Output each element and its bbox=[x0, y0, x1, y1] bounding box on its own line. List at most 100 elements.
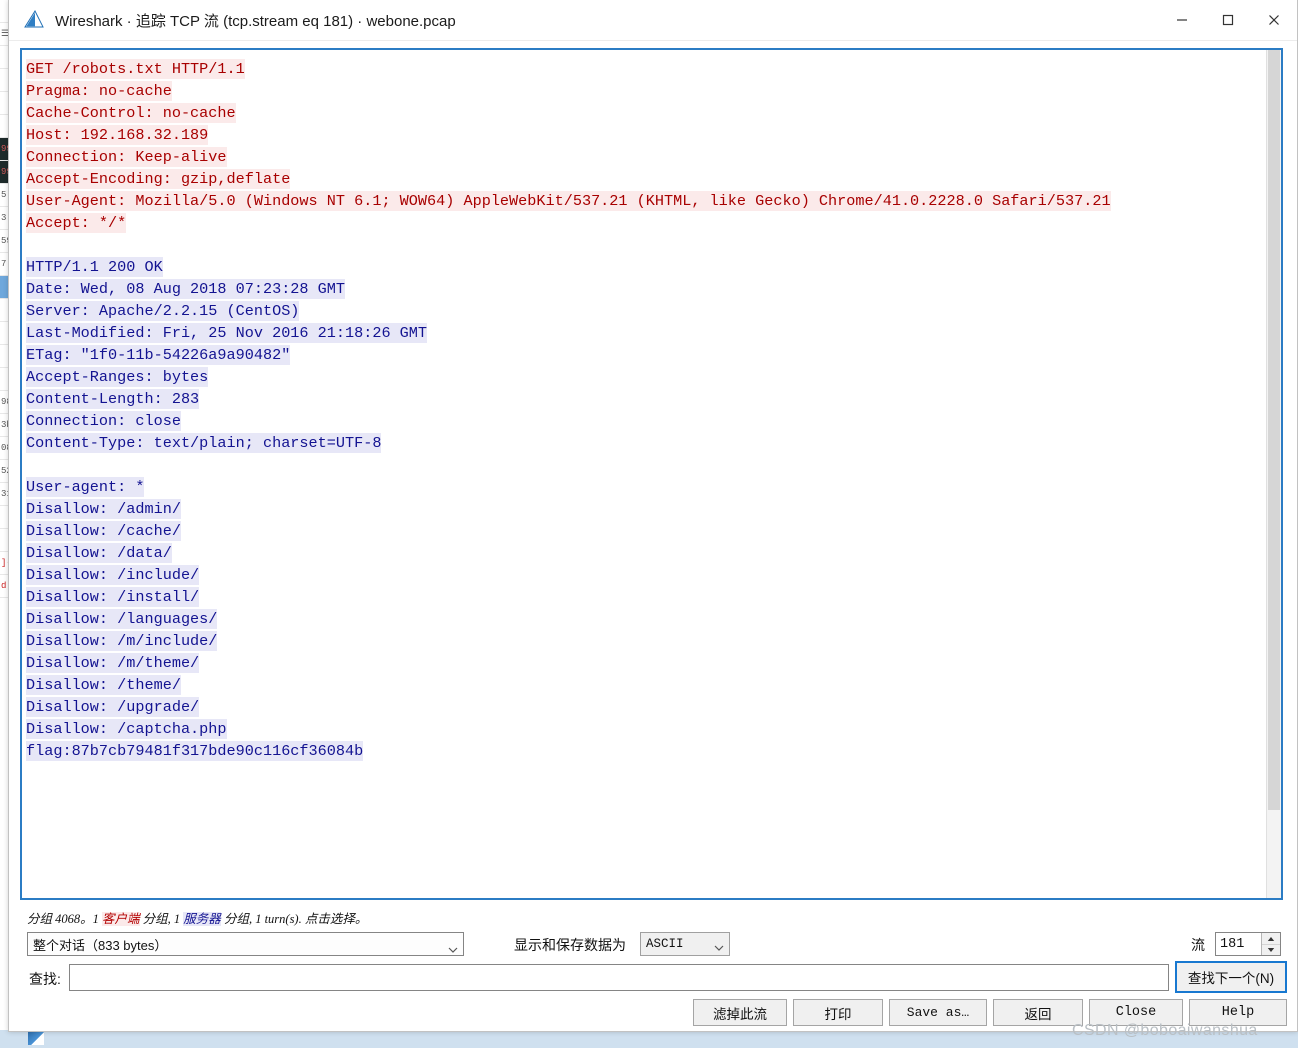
stream-line-text: Disallow: /m/theme/ bbox=[26, 653, 200, 673]
stream-blank-line bbox=[26, 234, 1281, 256]
status-server-word: 服务器 bbox=[183, 912, 221, 926]
stream-response-line: Disallow: /m/include/ bbox=[26, 630, 1281, 652]
stream-line-text: Content-Length: 283 bbox=[26, 389, 200, 409]
status-middle: 分组, 1 bbox=[139, 912, 184, 926]
tcp-stream-dialog: Wireshark · 追踪 TCP 流 (tcp.stream eq 181)… bbox=[8, 0, 1298, 1032]
show-as-select[interactable]: ASCII bbox=[640, 932, 730, 956]
controls-row: 整个对话（833 bytes） 显示和保存数据为 ASCII 流 181 bbox=[9, 932, 1298, 958]
stream-response-line: Disallow: /languages/ bbox=[26, 608, 1281, 630]
stream-response-line: Disallow: /data/ bbox=[26, 542, 1281, 564]
stream-response-line: Disallow: /cache/ bbox=[26, 520, 1281, 542]
stream-response-line: Disallow: /include/ bbox=[26, 564, 1281, 586]
spinner-down-button[interactable] bbox=[1262, 944, 1280, 955]
stream-line-text: flag:87b7cb79481f317bde90c116cf36084b bbox=[26, 741, 364, 761]
stream-line-text: Cache-Control: no-cache bbox=[26, 103, 236, 123]
stream-line-text: Accept-Ranges: bytes bbox=[26, 367, 209, 387]
stream-request-line: GET /robots.txt HTTP/1.1 bbox=[26, 58, 1281, 80]
window-title: Wireshark · 追踪 TCP 流 (tcp.stream eq 181)… bbox=[55, 12, 456, 30]
stream-number-value: 181 bbox=[1220, 936, 1245, 952]
stream-line-text: Date: Wed, 08 Aug 2018 07:23:28 GMT bbox=[26, 279, 345, 299]
stream-response-line: Last-Modified: Fri, 25 Nov 2016 21:18:26… bbox=[26, 322, 1281, 344]
packet-status-line: 分组 4068。1 客户端 分组, 1 服务器 分组, 1 turn(s). 点… bbox=[27, 908, 367, 927]
print-button[interactable]: 打印 bbox=[793, 999, 883, 1026]
stream-label: 流 bbox=[1191, 937, 1205, 953]
stream-line-text: Disallow: /captcha.php bbox=[26, 719, 227, 739]
stream-line-text: Accept: */* bbox=[26, 213, 127, 233]
stream-line-text: Disallow: /m/include/ bbox=[26, 631, 218, 651]
stream-response-line: Disallow: /admin/ bbox=[26, 498, 1281, 520]
stream-line-text: Disallow: /include/ bbox=[26, 565, 200, 585]
find-input[interactable] bbox=[69, 964, 1169, 991]
chevron-down-icon bbox=[448, 942, 458, 953]
stream-response-line: Date: Wed, 08 Aug 2018 07:23:28 GMT bbox=[26, 278, 1281, 300]
stream-request-line: Host: 192.168.32.189 bbox=[26, 124, 1281, 146]
filter-out-this-stream-button[interactable]: 滤掉此流 bbox=[693, 999, 787, 1026]
stream-line-text: Disallow: /admin/ bbox=[26, 499, 181, 519]
stream-response-line: Connection: close bbox=[26, 410, 1281, 432]
stream-response-line: Content-Length: 283 bbox=[26, 388, 1281, 410]
find-next-button[interactable]: 查找下一个(N) bbox=[1175, 961, 1287, 993]
status-prefix: 分组 4068。1 bbox=[27, 912, 103, 926]
show-as-select-value: ASCII bbox=[646, 937, 684, 951]
find-row: 查找: 查找下一个(N) bbox=[9, 961, 1298, 994]
maximize-button[interactable] bbox=[1205, 0, 1251, 40]
spinner-buttons bbox=[1261, 933, 1280, 955]
stream-blank-line bbox=[26, 454, 1281, 476]
stream-line-text: Pragma: no-cache bbox=[26, 81, 172, 101]
conversation-select[interactable]: 整个对话（833 bytes） bbox=[27, 932, 464, 956]
stream-line-text: HTTP/1.1 200 OK bbox=[26, 257, 163, 277]
stream-response-line: ETag: "1f0-11b-54226a9a90482" bbox=[26, 344, 1281, 366]
stream-line-text: User-Agent: Mozilla/5.0 (Windows NT 6.1;… bbox=[26, 191, 1111, 211]
title-bar: Wireshark · 追踪 TCP 流 (tcp.stream eq 181)… bbox=[9, 0, 1297, 41]
stream-line-text: ETag: "1f0-11b-54226a9a90482" bbox=[26, 345, 291, 365]
conversation-select-value: 整个对话（833 bytes） bbox=[33, 937, 168, 953]
stream-request-line: Cache-Control: no-cache bbox=[26, 102, 1281, 124]
stream-response-line: Disallow: /install/ bbox=[26, 586, 1281, 608]
stream-response-line: User-agent: * bbox=[26, 476, 1281, 498]
minimize-button[interactable] bbox=[1159, 0, 1205, 40]
stream-line-text: Disallow: /languages/ bbox=[26, 609, 218, 629]
stream-line-text: Content-Type: text/plain; charset=UTF-8 bbox=[26, 433, 382, 453]
chevron-down-icon bbox=[714, 942, 724, 951]
stream-response-line: Disallow: /captcha.php bbox=[26, 718, 1281, 740]
stream-response-line: Accept-Ranges: bytes bbox=[26, 366, 1281, 388]
window-controls bbox=[1159, 0, 1297, 40]
stream-line-text: Last-Modified: Fri, 25 Nov 2016 21:18:26… bbox=[26, 323, 428, 343]
stream-line-text: Disallow: /cache/ bbox=[26, 521, 181, 541]
stream-line-text: Disallow: /upgrade/ bbox=[26, 697, 200, 717]
scrollbar-thumb[interactable] bbox=[1268, 50, 1280, 810]
stream-request-line: User-Agent: Mozilla/5.0 (Windows NT 6.1;… bbox=[26, 190, 1281, 212]
stream-response-line: Disallow: /upgrade/ bbox=[26, 696, 1281, 718]
stream-text[interactable]: GET /robots.txt HTTP/1.1 Pragma: no-cache… bbox=[22, 50, 1281, 898]
watermark: CSDN @boboaiwanshua bbox=[1072, 1022, 1258, 1039]
stream-line-text: Connection: Keep-alive bbox=[26, 147, 227, 167]
stream-request-line: Accept: */* bbox=[26, 212, 1281, 234]
stream-request-line: Connection: Keep-alive bbox=[26, 146, 1281, 168]
stream-content-panel[interactable]: GET /robots.txt HTTP/1.1 Pragma: no-cache… bbox=[20, 48, 1283, 900]
find-label: 查找: bbox=[29, 971, 61, 987]
stream-line-text: Disallow: /install/ bbox=[26, 587, 200, 607]
stream-line-text: Host: 192.168.32.189 bbox=[26, 125, 209, 145]
stream-response-line: Disallow: /theme/ bbox=[26, 674, 1281, 696]
stream-line-text: GET /robots.txt HTTP/1.1 bbox=[26, 59, 245, 79]
close-button[interactable] bbox=[1251, 0, 1297, 40]
stream-response-line: HTTP/1.1 200 OK bbox=[26, 256, 1281, 278]
taskbar-wireshark-icon[interactable] bbox=[28, 1032, 44, 1045]
stream-line-text: User-agent: * bbox=[26, 477, 145, 497]
stream-number-spinner[interactable]: 181 bbox=[1215, 932, 1281, 956]
status-suffix: 分组, 1 turn(s). 点击选择。 bbox=[220, 912, 368, 926]
stream-response-line: Content-Type: text/plain; charset=UTF-8 bbox=[26, 432, 1281, 454]
stream-line-text: Accept-Encoding: gzip,deflate bbox=[26, 169, 291, 189]
back-button[interactable]: 返回 bbox=[993, 999, 1083, 1026]
stream-request-line: Accept-Encoding: gzip,deflate bbox=[26, 168, 1281, 190]
stream-line-text: Connection: close bbox=[26, 411, 181, 431]
wireshark-fin-icon bbox=[23, 9, 45, 30]
vertical-scrollbar[interactable] bbox=[1266, 50, 1281, 898]
save-as-button[interactable]: Save as… bbox=[889, 999, 987, 1026]
stream-response-line: Disallow: /m/theme/ bbox=[26, 652, 1281, 674]
stream-line-text: Disallow: /theme/ bbox=[26, 675, 181, 695]
show-as-label: 显示和保存数据为 bbox=[514, 937, 626, 953]
stream-line-text: Server: Apache/2.2.15 (CentOS) bbox=[26, 301, 300, 321]
stream-response-line: flag:87b7cb79481f317bde90c116cf36084b bbox=[26, 740, 1281, 762]
stream-request-line: Pragma: no-cache bbox=[26, 80, 1281, 102]
